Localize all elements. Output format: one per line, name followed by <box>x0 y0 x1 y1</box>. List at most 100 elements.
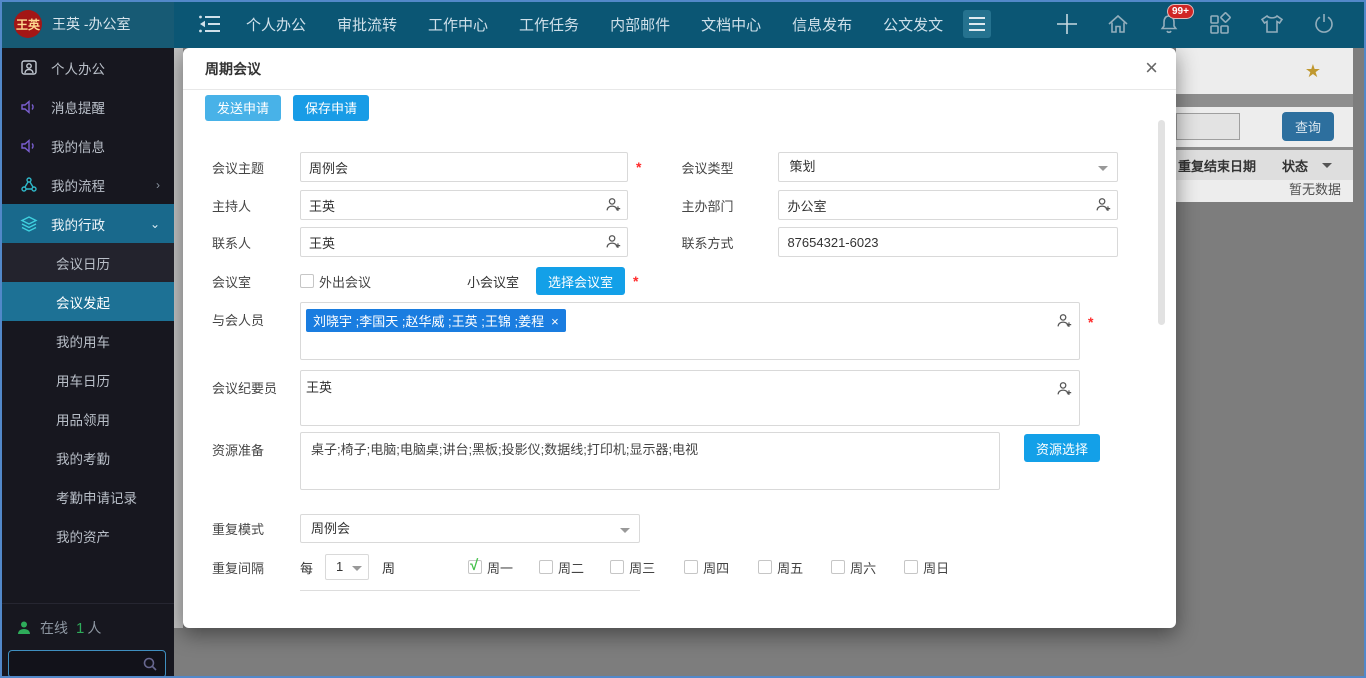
nav-item-document-center[interactable]: 文档中心 <box>701 14 761 35</box>
repeat-mode-select[interactable]: 周例会 <box>300 514 640 543</box>
dept-input[interactable] <box>778 190 1118 220</box>
online-label: 在线 <box>40 618 68 638</box>
day-label: 周一 <box>487 558 513 577</box>
speaker-icon <box>20 137 38 155</box>
search-icon[interactable] <box>142 656 158 672</box>
day-checkbox-thu[interactable] <box>684 560 698 574</box>
chevron-down-icon <box>1098 166 1108 171</box>
attendees-box[interactable]: 刘晓宇 ;李国天 ;赵华威 ;王英 ;王锦 ;姜程× <box>300 302 1080 360</box>
nav-item-approval-flow[interactable]: 审批流转 <box>337 14 397 35</box>
nav-item-info-publish[interactable]: 信息发布 <box>792 14 852 35</box>
empty-data-text: 暂无数据 <box>1176 180 1353 202</box>
underlying-list-panel: ★ 查询 重复结束日期 状态 暂无数据 <box>1176 48 1353 202</box>
repeat-interval-label: 重复间隔 <box>212 558 300 577</box>
day-label: 周六 <box>850 558 876 577</box>
sidebar-item-personal-office[interactable]: 个人办公 <box>0 48 174 87</box>
dept-label: 主办部门 <box>681 196 778 215</box>
list-search-input[interactable] <box>1176 113 1240 140</box>
plus-icon[interactable] <box>1055 12 1079 36</box>
nav-item-personal-office[interactable]: 个人办公 <box>246 14 306 35</box>
apps-icon[interactable] <box>1208 12 1232 36</box>
person-icon <box>16 620 32 636</box>
sidebar-item-meeting-calendar[interactable]: 会议日历 <box>0 243 174 282</box>
user-logo-area[interactable]: 王英 王英 -办公室 <box>0 0 174 48</box>
person-add-icon[interactable] <box>604 196 622 214</box>
recorder-box[interactable]: 王英 <box>300 370 1080 426</box>
send-request-button[interactable]: 发送申请 <box>205 95 281 121</box>
day-label: 周三 <box>629 558 655 577</box>
bell-icon[interactable]: 99+ <box>1157 12 1181 36</box>
sidebar-item-my-car[interactable]: 我的用车 <box>0 321 174 360</box>
user-name: 王英 -办公室 <box>52 14 131 34</box>
sidebar-item-my-messages[interactable]: 我的信息 <box>0 126 174 165</box>
save-request-button[interactable]: 保存申请 <box>293 95 369 121</box>
interval-prefix: 每 <box>300 558 313 577</box>
resources-box[interactable]: 桌子;椅子;电脑;电脑桌;讲台;黑板;投影仪;数据线;打印机;显示器;电视 <box>300 432 1000 490</box>
online-suffix: 人 <box>87 618 101 638</box>
person-add-icon[interactable] <box>1055 312 1073 330</box>
required-mark: * <box>1088 314 1093 330</box>
sidebar-item-my-admin[interactable]: 我的行政 ⌄ <box>0 204 174 243</box>
sidebar-item-my-assets[interactable]: 我的资产 <box>0 516 174 555</box>
nav-item-internal-mail[interactable]: 内部邮件 <box>610 14 670 35</box>
contact-input[interactable] <box>300 227 628 257</box>
phone-input[interactable] <box>778 227 1118 257</box>
more-menu-icon[interactable] <box>963 10 991 38</box>
sidebar-footer: 在线 1 人 <box>0 603 174 678</box>
day-checkbox-fri[interactable] <box>758 560 772 574</box>
flow-icon <box>20 176 38 194</box>
outside-meeting-checkbox[interactable] <box>300 274 314 288</box>
nav-item-work-tasks[interactable]: 工作任务 <box>519 14 579 35</box>
theme-icon[interactable] <box>1259 12 1285 36</box>
chevron-down-icon <box>620 528 630 533</box>
day-checkbox-sat[interactable] <box>831 560 845 574</box>
collapse-menu-icon[interactable] <box>198 14 224 34</box>
next-row-edge <box>300 590 640 591</box>
day-label: 周日 <box>923 558 949 577</box>
chevron-down-icon: ⌄ <box>150 217 160 231</box>
query-button[interactable]: 查询 <box>1282 112 1334 141</box>
recorder-label: 会议纪要员 <box>212 378 300 397</box>
sidebar-item-my-attendance[interactable]: 我的考勤 <box>0 438 174 477</box>
day-label: 周四 <box>703 558 729 577</box>
person-add-icon[interactable] <box>1055 380 1073 398</box>
column-filter-caret-icon[interactable] <box>1322 163 1332 168</box>
chevron-down-icon <box>352 566 362 571</box>
host-input[interactable] <box>300 190 628 220</box>
day-checkbox-wed[interactable] <box>610 560 624 574</box>
sidebar-item-meeting-initiate[interactable]: 会议发起 <box>0 282 174 321</box>
meeting-type-select[interactable]: 策划 <box>778 152 1118 182</box>
interval-count-select[interactable]: 1 <box>325 554 369 580</box>
day-checkbox-sun[interactable] <box>904 560 918 574</box>
interval-unit: 周 <box>382 558 395 577</box>
sidebar-item-supplies[interactable]: 用品领用 <box>0 399 174 438</box>
chip-remove-icon[interactable]: × <box>551 314 559 329</box>
person-add-icon[interactable] <box>604 233 622 251</box>
home-icon[interactable] <box>1106 12 1130 36</box>
avatar[interactable]: 王英 <box>14 10 42 38</box>
nav-item-official-doc[interactable]: 公文发文 <box>883 14 943 35</box>
dialog-scrollbar[interactable] <box>1158 120 1165 325</box>
sidebar-item-attendance-records[interactable]: 考勤申请记录 <box>0 477 174 516</box>
power-icon[interactable] <box>1312 12 1336 36</box>
attendees-chip[interactable]: 刘晓宇 ;李国天 ;赵华威 ;王英 ;王锦 ;姜程× <box>306 309 566 332</box>
day-label: 周二 <box>558 558 584 577</box>
user-monitor-icon <box>20 59 38 77</box>
day-checkbox-tue[interactable] <box>539 560 553 574</box>
nav-item-work-center[interactable]: 工作中心 <box>428 14 488 35</box>
choose-resources-button[interactable]: 资源选择 <box>1024 434 1100 462</box>
attendees-label: 与会人员 <box>212 310 300 329</box>
sidebar-item-message-alerts[interactable]: 消息提醒 <box>0 87 174 126</box>
column-status[interactable]: 状态 <box>1282 156 1308 175</box>
favorite-star-icon[interactable]: ★ <box>1305 61 1321 82</box>
sidebar-item-car-calendar[interactable]: 用车日历 <box>0 360 174 399</box>
repeat-mode-label: 重复模式 <box>212 519 300 538</box>
choose-room-button[interactable]: 选择会议室 <box>536 267 625 295</box>
day-checkbox-mon[interactable] <box>468 560 482 574</box>
periodic-meeting-dialog: 周期会议 × 发送申请 保存申请 会议主题 * 会议类型 策划 主持人 * 主办… <box>183 48 1176 628</box>
sidebar-item-my-workflow[interactable]: 我的流程 › <box>0 165 174 204</box>
close-icon[interactable]: × <box>1145 56 1158 80</box>
subject-input[interactable] <box>300 152 628 182</box>
person-add-icon[interactable] <box>1094 196 1112 214</box>
chevron-right-icon: › <box>156 178 160 192</box>
